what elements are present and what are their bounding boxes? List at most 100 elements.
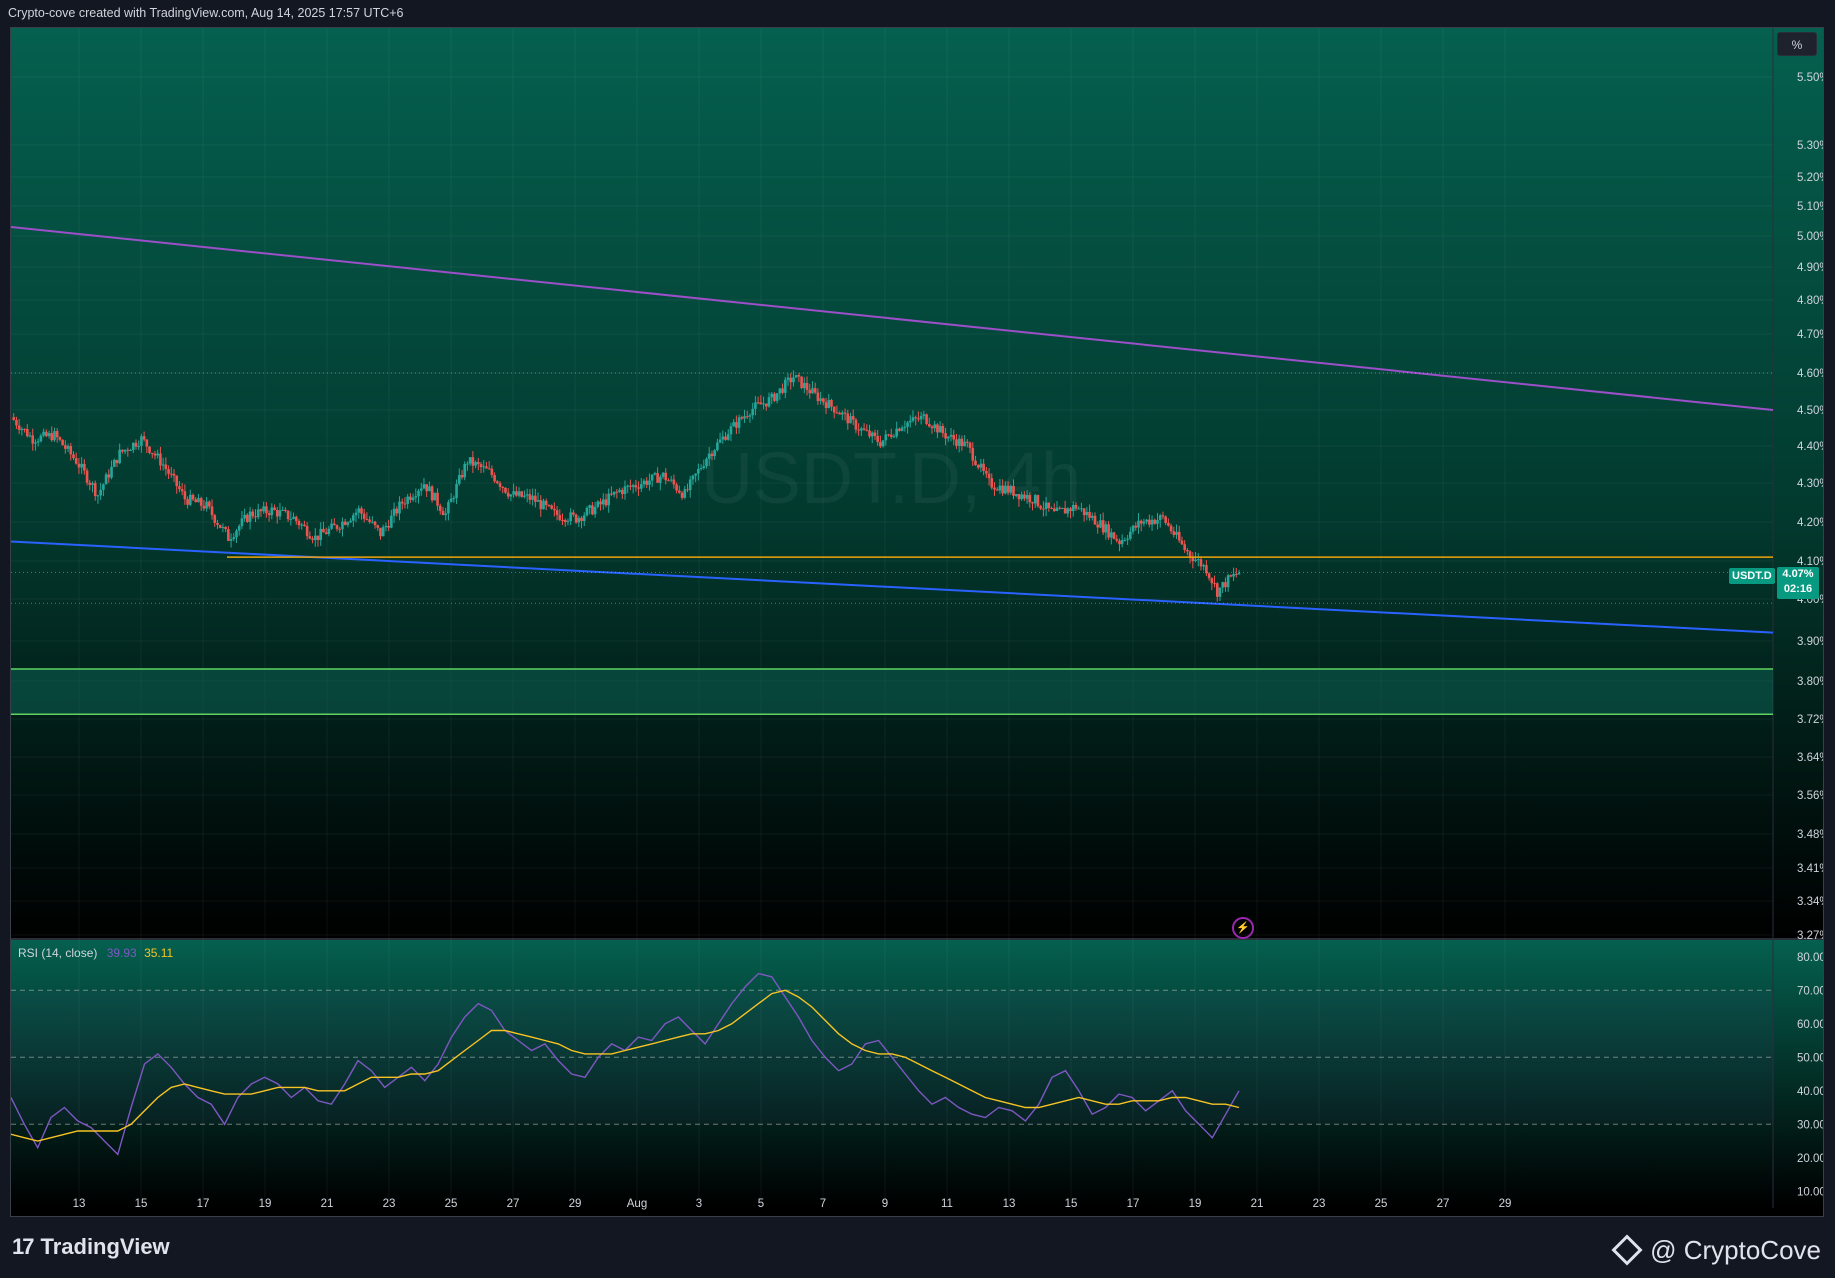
- candle-body: [884, 434, 888, 441]
- candle-body: [1058, 507, 1061, 509]
- candle-body: [387, 525, 390, 528]
- candle-body: [333, 523, 336, 526]
- date-tick-label: 11: [941, 1198, 953, 1210]
- candle-body: [224, 526, 227, 530]
- candle-body: [180, 489, 184, 492]
- candle-body: [797, 375, 801, 377]
- candle-body: [775, 393, 779, 401]
- tradingview-logo[interactable]: 17 TradingView: [12, 1233, 170, 1261]
- chart-canvas[interactable]: USDT.D, 4h 5.50% 5.30% 5.20% 5.10% 5.00% 4.90%…: [11, 28, 1824, 1217]
- candle-body: [694, 473, 697, 476]
- chart-frame[interactable]: USDT.D, 4h 5.50% 5.30% 5.20% 5.10% 5.00% 4.90%…: [10, 27, 1824, 1217]
- rsi-legend[interactable]: RSI (14, close) 39.93 35.11: [18, 946, 173, 960]
- candle-body: [822, 398, 825, 403]
- candle-body: [411, 497, 415, 500]
- candle-body: [982, 463, 985, 471]
- candle-body: [968, 442, 972, 448]
- candle-body: [803, 382, 806, 389]
- candle-body: [406, 496, 409, 504]
- date-tick-label: 3: [696, 1198, 702, 1210]
- footer: [0, 1218, 1835, 1278]
- date-tick-label: 23: [1313, 1198, 1326, 1210]
- date-tick-label: 29: [1499, 1198, 1512, 1210]
- candle-body: [452, 498, 456, 500]
- candle-body: [1177, 531, 1181, 541]
- candle-body: [1150, 519, 1154, 525]
- candle-body: [487, 468, 491, 470]
- candle-body: [1129, 531, 1132, 539]
- price-tick-label: 3.34%: [1797, 896, 1824, 908]
- candle-body: [754, 402, 757, 409]
- candle-body: [243, 514, 246, 519]
- candle-body: [678, 490, 681, 493]
- candle-body: [262, 506, 265, 512]
- candle-body: [631, 485, 635, 487]
- candle-body: [1069, 508, 1072, 512]
- lightning-icon[interactable]: ⚡: [1232, 917, 1254, 939]
- candle-body: [31, 435, 35, 444]
- candle-body: [156, 453, 160, 456]
- candle-body: [892, 436, 896, 438]
- candle-body: [1196, 559, 1200, 561]
- candle-body: [1234, 574, 1238, 576]
- candle-body: [1055, 507, 1059, 512]
- candle-body: [1188, 551, 1192, 557]
- percent-scale-button[interactable]: %: [1777, 32, 1817, 56]
- price-tick-label: 4.60%: [1797, 368, 1824, 380]
- candle-body: [860, 428, 863, 431]
- candle-body: [419, 488, 423, 491]
- candle-body: [417, 490, 420, 497]
- candle-body: [903, 426, 907, 428]
- candle-body: [1215, 583, 1219, 597]
- candle-body: [1096, 524, 1100, 528]
- candle-body: [1137, 520, 1140, 528]
- candle-body: [208, 501, 211, 507]
- candle-body: [949, 434, 953, 437]
- candle-body: [1194, 559, 1197, 562]
- candle-body: [1207, 573, 1211, 579]
- candle-body: [1145, 519, 1148, 522]
- candle-body: [889, 434, 893, 437]
- candle-body: [1186, 550, 1189, 552]
- candle-body: [648, 480, 651, 485]
- candle-body: [1221, 582, 1224, 588]
- candle-body: [463, 463, 467, 478]
- rsi-value: 39.93: [106, 946, 137, 960]
- candle-body: [612, 491, 616, 495]
- candle-body: [349, 520, 352, 523]
- candle-body: [251, 511, 255, 517]
- candle-body: [786, 377, 790, 380]
- candle-body: [232, 537, 236, 540]
- rsi-tick-label: 40.00: [1797, 1086, 1824, 1098]
- candle-body: [259, 509, 263, 512]
- price-tick-label: 3.90%: [1797, 636, 1824, 648]
- candle-body: [1226, 575, 1230, 588]
- candle-body: [490, 468, 494, 476]
- candle-body: [895, 428, 898, 437]
- date-tick-label: 13: [73, 1198, 86, 1210]
- candle-body: [496, 481, 499, 484]
- candle-body: [960, 438, 964, 447]
- candle-body: [574, 514, 578, 523]
- candle-body: [1169, 525, 1173, 532]
- candle-body: [1061, 508, 1064, 510]
- candle-body: [1093, 515, 1097, 525]
- candle-body: [773, 393, 776, 401]
- candle-body: [1063, 508, 1067, 514]
- candle-body: [1167, 522, 1170, 526]
- candle-body: [900, 427, 904, 431]
- candle-body: [425, 484, 428, 492]
- candle-body: [126, 449, 130, 451]
- candle-body: [813, 388, 817, 393]
- candle-body: [794, 375, 798, 378]
- candle-body: [338, 528, 342, 530]
- candle-body: [104, 474, 108, 485]
- candle-body: [23, 428, 26, 430]
- candle-body: [164, 464, 168, 470]
- candle-body: [683, 489, 687, 498]
- candle-body: [137, 445, 140, 447]
- candle-body: [1009, 485, 1013, 493]
- chart-header-title: Crypto-cove created with TradingView.com…: [8, 6, 404, 20]
- candle-body: [1134, 525, 1138, 528]
- candle-body: [1036, 495, 1040, 507]
